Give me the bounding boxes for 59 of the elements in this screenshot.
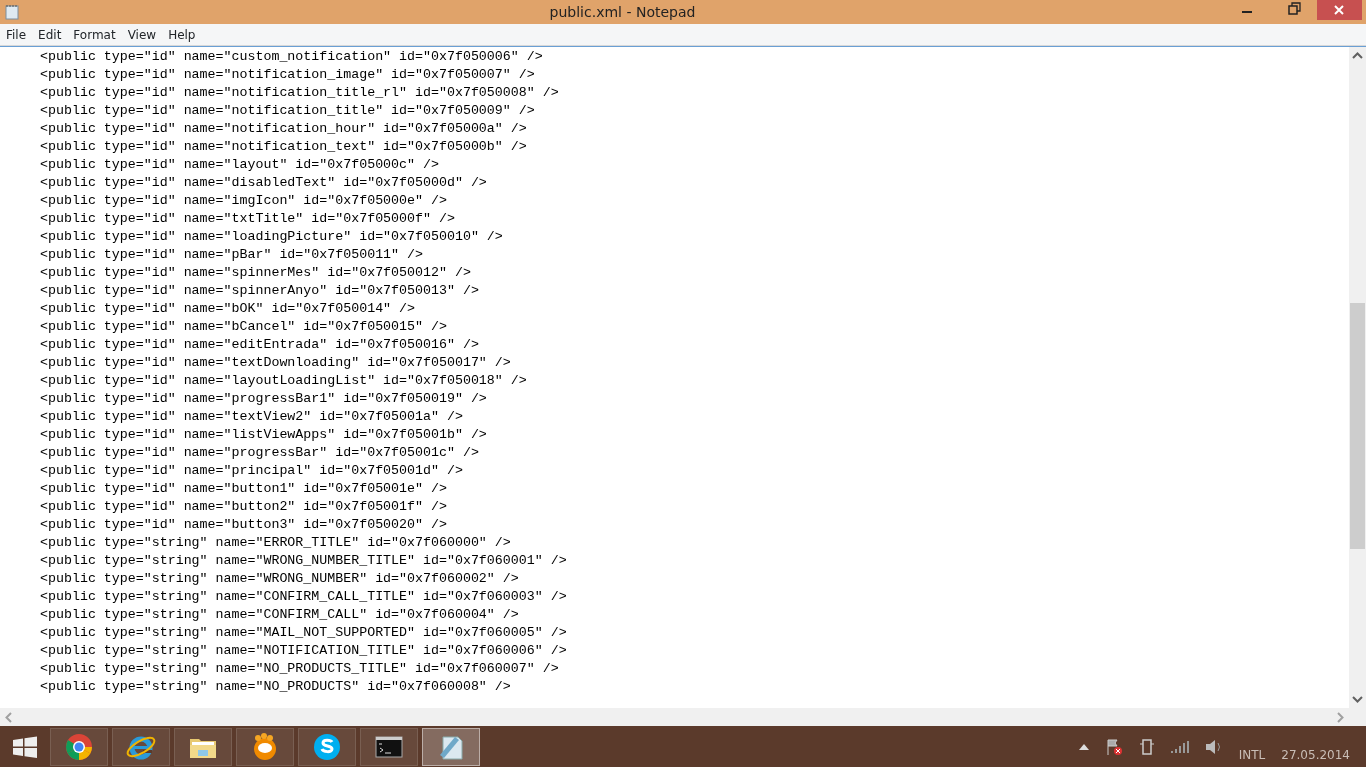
code-line: <public type="string" name="NO_PRODUCTS_TITLE" id="0x7f060007" /> [40,660,559,678]
code-line: <public type="id" name="editEntrada" id="0x7f050016" /> [40,336,479,354]
speaker-icon[interactable] [1204,738,1223,755]
device-icon[interactable] [1138,737,1155,756]
code-line: <public type="id" name="bOK" id="0x7f050014" /> [40,300,416,318]
code-line: <public type="string" name="NOTIFICATION_TITLE" id="0x7f060006" /> [40,642,567,660]
code-line: <public type="string" name="CONFIRM_CALL_TITLE" id="0x7f060003" /> [40,588,567,606]
code-line: <public type="id" name="progressBar1" id="0x7f050019" /> [40,390,487,408]
code-line: <public type="id" name="spinnerAnyo" id="0x7f050013" /> [40,282,479,300]
caret-icon[interactable] [1078,743,1089,750]
code-line: <public type="string" name="MAIL_NOT_SUPPORTED" id="0x7f060005" /> [40,624,567,642]
taskbar-button[interactable] [50,727,108,766]
code-line: <public type="id" name="textView2" id="0x7f05001a" /> [40,408,463,426]
code-line: <public type="string" name="WRONG_NUMBER" id="0x7f060002" /> [40,570,519,588]
language-indicator[interactable]: INTL [1238,745,1266,764]
code-line: <public type="id" name="button2" id="0x7f05001f" /> [40,498,447,516]
code-line: <public type="string" name="NO_PRODUCTS" id="0x7f060008" /> [40,678,511,696]
code-line: <public type="string" name="CONFIRM_CALL" id="0x7f060004" /> [40,606,519,624]
code-line: <public type="id" name="bCancel" id="0x7f050015" /> [40,318,447,336]
code-line: <public type="id" name="notification_title_rl" id="0x7f050008" /> [40,84,559,102]
vertical-scrollbar[interactable] [1349,47,1366,708]
menu-item[interactable]: Format [67,24,122,45]
code-line: <public type="id" name="notification_image" id="0x7f050007" /> [40,66,535,84]
menu-item[interactable]: View [121,24,163,45]
code-line: <public type="string" name="ERROR_TITLE" id="0x7f060000" /> [40,534,511,552]
close-button[interactable] [1317,0,1362,20]
code-line: <public type="id" name="pBar" id="0x7f050011" /> [40,246,423,264]
code-line: <public type="id" name="notification_hour" id="0x7f05000a" /> [40,120,527,138]
code-line: <public type="id" name="layoutLoadingList" id="0x7f050018" /> [40,372,527,390]
code-line: <public type="id" name="custom_notification" id="0x7f050006" /> [40,48,543,66]
notepad-icon [4,4,20,20]
taskbar-button[interactable] [112,727,170,766]
code-line: <public type="id" name="disabledText" id="0x7f05000d" /> [40,174,487,192]
code-line: <public type="id" name="listViewApps" id="0x7f05001b" /> [40,426,487,444]
signal-icon[interactable] [1170,739,1189,754]
menu-item[interactable]: Help [162,24,202,45]
code-line: <public type="id" name="notification_text" id="0x7f05000b" /> [40,138,527,156]
code-line: <public type="id" name="notification_title" id="0x7f050009" /> [40,102,535,120]
code-line: <public type="id" name="txtTitle" id="0x7f05000f" /> [40,210,455,228]
code-line: <public type="id" name="imgIcon" id="0x7f05000e" /> [40,192,447,210]
code-line: <public type="id" name="textDownloading" id="0x7f050017" /> [40,354,511,372]
code-line: <public type="id" name="button1" id="0x7f05001e" /> [40,480,447,498]
code-line: <public type="id" name="principal" id="0x7f05001d" /> [40,462,463,480]
window-title: public.xml - Notepad [548,3,697,22]
code-line: <public type="string" name="WRONG_NUMBER_TITLE" id="0x7f060001" /> [40,552,567,570]
menu-item[interactable]: File [0,24,33,45]
date-text[interactable]: 27.05.2014 [1281,745,1350,764]
flag-icon[interactable] [1104,737,1123,756]
menu-item[interactable]: Edit [32,24,68,45]
taskbar-button[interactable] [422,727,480,766]
code-line: <public type="id" name="loadingPicture" id="0x7f050010" /> [40,228,503,246]
taskbar-button[interactable] [174,727,232,766]
taskbar-button[interactable] [360,727,418,766]
code-line: <public type="id" name="progressBar" id="0x7f05001c" /> [40,444,479,462]
taskbar-button[interactable] [236,727,294,766]
code-line: <public type="id" name="layout" id="0x7f05000c" /> [40,156,439,174]
code-line: <public type="id" name="spinnerMes" id="0x7f050012" /> [40,264,471,282]
code-line: <public type="id" name="button3" id="0x7f050020" /> [40,516,447,534]
taskbar-button[interactable] [298,727,356,766]
